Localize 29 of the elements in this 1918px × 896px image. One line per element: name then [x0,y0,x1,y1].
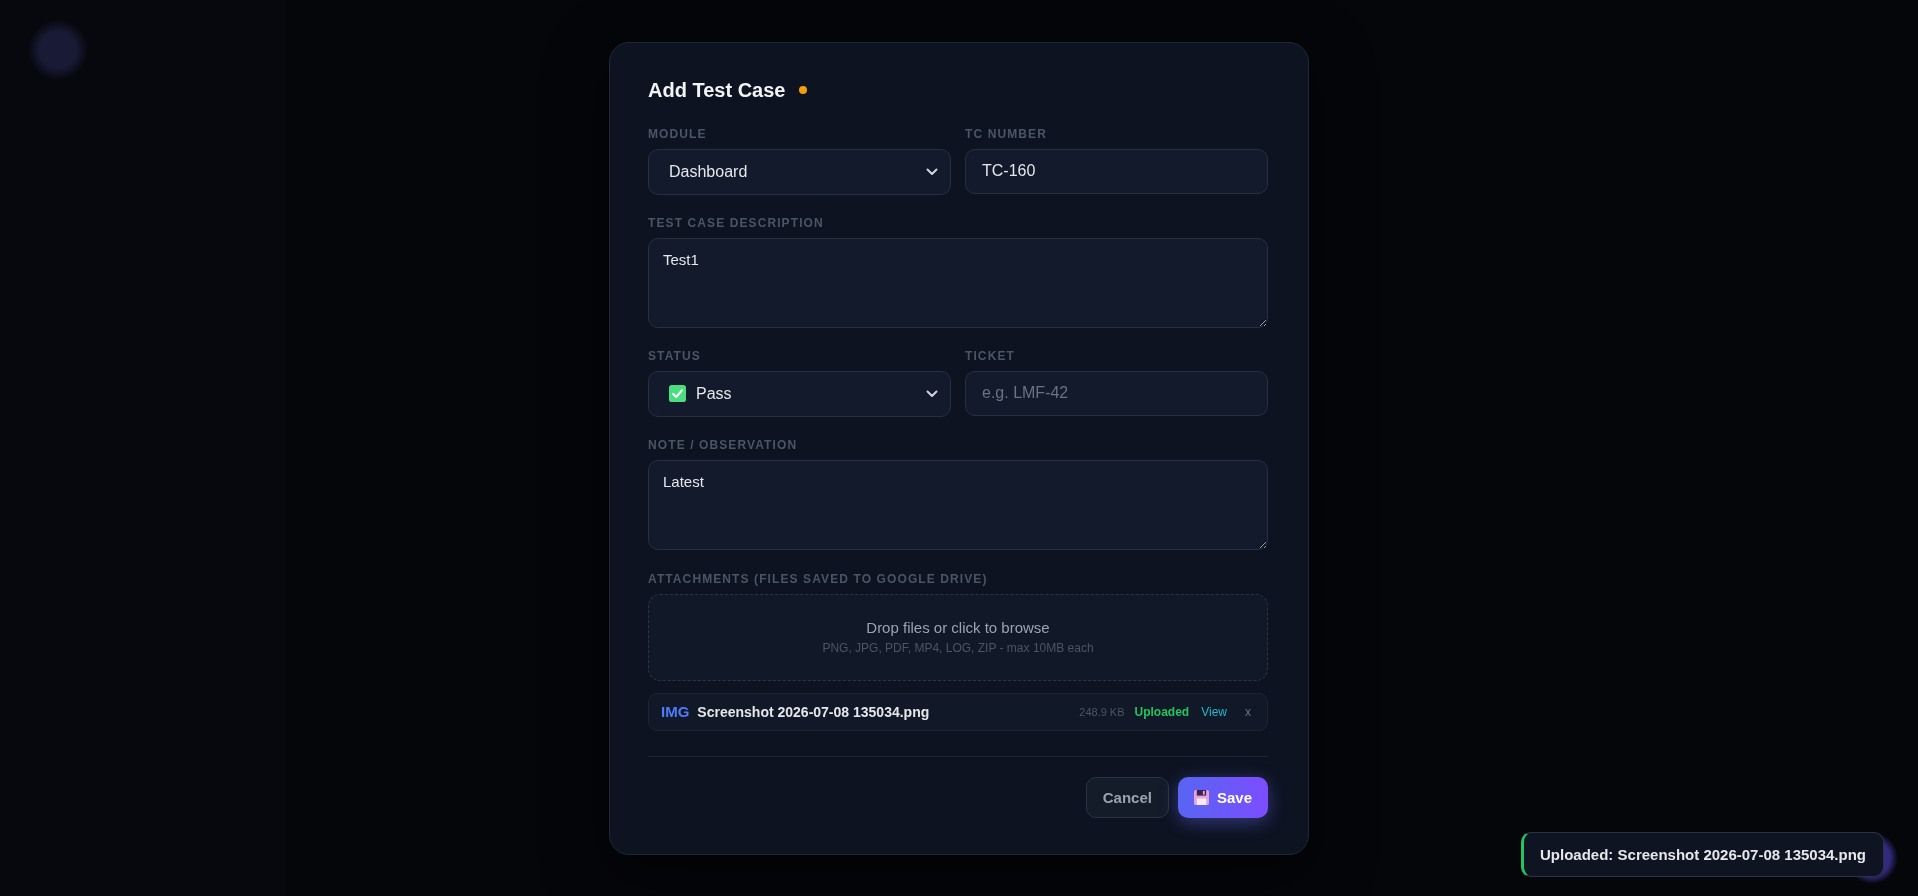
view-link[interactable]: View [1201,704,1227,719]
chevron-down-icon [926,167,938,176]
text-input[interactable]: TC-160 [965,148,1268,194]
field-label: NOTE / OBSERVATION [648,437,799,452]
dialog-title: Add Test Case [648,77,786,103]
chevron-down-icon [926,389,938,398]
field-label: TEST CASE DESCRIPTION [648,215,825,230]
dropzone-title: Drop files or click to browse [866,618,1050,637]
dropdown-field[interactable]: Pass [648,370,951,417]
field-label: TC NUMBER [965,126,1048,141]
dropzone-hint: PNG, JPG, PDF, MP4, LOG, ZIP - max 10MB each [822,640,1094,656]
file-type-label: IMG [661,703,690,720]
textarea-field[interactable]: Latest [648,459,1268,550]
field-label: MODULE [648,126,708,141]
dropdown-field[interactable]: Dashboard [648,148,951,195]
file-size: 248.9 KB [1079,705,1125,718]
toast-message: Uploaded: Screenshot 2026-07-08 135034.png [1521,832,1884,877]
field-label: TICKET [965,348,1016,363]
upload-status: Uploaded [1134,704,1190,719]
file-name: Screenshot 2026-07-08 135034.png [697,703,931,720]
save-button[interactable]: Save [1177,776,1268,818]
remove-button[interactable]: x [1243,704,1253,719]
cancel-button[interactable]: Cancel [1085,776,1169,818]
textarea-field[interactable]: Test1 [648,237,1268,328]
text-input[interactable]: e.g. LMF-42 [965,370,1268,416]
check-icon [669,385,686,402]
field-label: STATUS [648,348,702,363]
field-label: ATTACHMENTS (FILES SAVED TO GOOGLE DRIVE) [648,571,989,586]
file-dropzone[interactable]: Drop files or click to browse PNG, JPG, PDF, MP4, LOG, ZIP - max 10MB each [648,593,1268,681]
